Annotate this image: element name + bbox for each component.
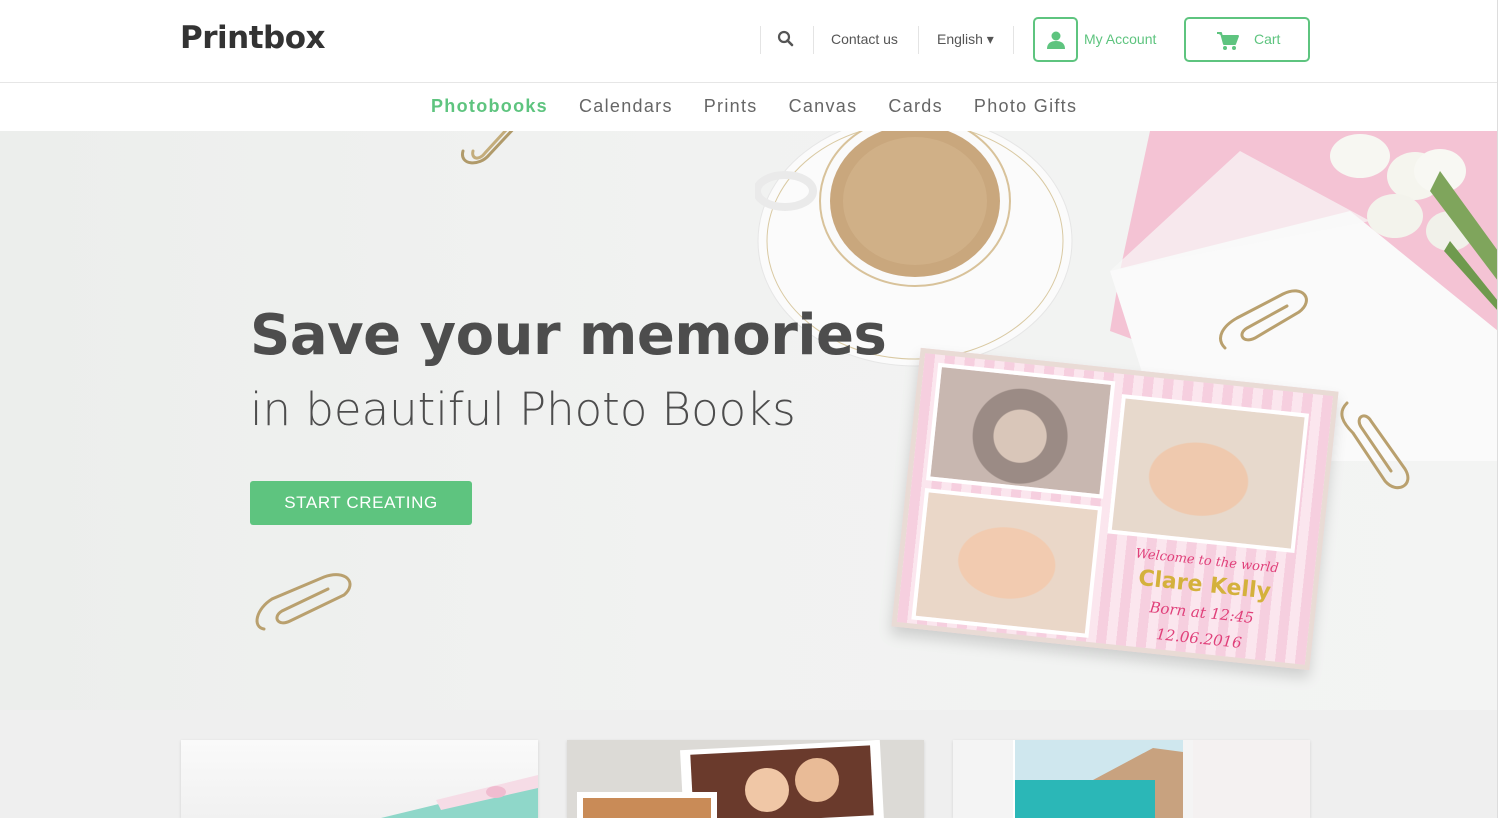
paperclip-image xyxy=(461,131,514,165)
hero-subtitle: in beautiful Photo Books xyxy=(250,383,796,436)
product-tile[interactable] xyxy=(181,740,538,818)
contact-link[interactable]: Contact us xyxy=(831,31,898,47)
divider xyxy=(1013,26,1014,54)
category-nav: Photobooks Calendars Prints Canvas Cards Phot… xyxy=(0,84,1498,131)
baby-photo xyxy=(925,362,1116,499)
nav-item-photo-gifts[interactable]: Photo Gifts xyxy=(974,96,1077,117)
baby-photo xyxy=(911,488,1103,638)
paperclip-image xyxy=(255,573,352,631)
hero-title: Save your memories xyxy=(250,303,887,368)
product-tile[interactable] xyxy=(953,740,1310,818)
divider xyxy=(760,26,761,54)
user-icon xyxy=(1047,31,1065,49)
nav-item-cards[interactable]: Cards xyxy=(888,96,943,117)
nav-item-canvas[interactable]: Canvas xyxy=(789,96,858,117)
cart-label: Cart xyxy=(1254,31,1281,47)
site-header: Printbox Contact us English ▾ My Account… xyxy=(0,0,1498,83)
my-account-link[interactable]: My Account xyxy=(1084,31,1156,47)
nav-item-photobooks[interactable]: Photobooks xyxy=(431,96,548,117)
cart-button[interactable]: Cart xyxy=(1184,17,1310,62)
paperclip-image xyxy=(1340,401,1410,490)
search-icon[interactable] xyxy=(776,29,796,49)
language-select[interactable]: English ▾ xyxy=(937,31,994,48)
cart-icon xyxy=(1217,32,1239,50)
baby-photo xyxy=(1107,394,1310,553)
product-tile[interactable] xyxy=(567,740,924,818)
baby-card-image: Welcome to the world Clare Kelly Born at… xyxy=(891,347,1339,671)
logo[interactable]: Printbox xyxy=(180,20,326,56)
hero-banner: Save your memories in beautiful Photo Bo… xyxy=(0,131,1498,710)
account-button[interactable] xyxy=(1033,17,1078,62)
divider xyxy=(918,26,919,54)
nav-item-prints[interactable]: Prints xyxy=(704,96,758,117)
start-creating-button[interactable]: START CREATING xyxy=(250,481,472,525)
divider xyxy=(813,26,814,54)
paperclip-image xyxy=(1219,289,1308,350)
nav-item-calendars[interactable]: Calendars xyxy=(579,96,673,117)
